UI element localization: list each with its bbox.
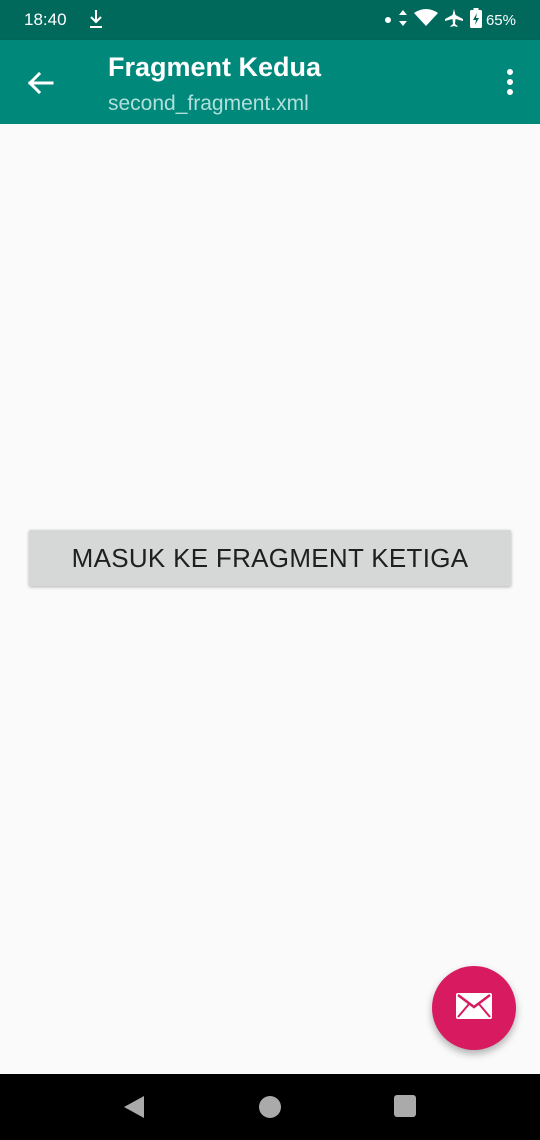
download-icon — [88, 9, 104, 34]
fab-mail-button[interactable] — [432, 966, 516, 1050]
recents-square-icon[interactable] — [394, 1095, 416, 1117]
back-triangle-icon[interactable] — [122, 1095, 146, 1124]
app-bar-title: Fragment Kedua — [108, 52, 322, 82]
overflow-menu-icon[interactable] — [502, 68, 518, 98]
airplane-icon — [444, 8, 464, 33]
status-time: 18:40 — [24, 10, 67, 29]
status-icons: 65% — [378, 7, 516, 33]
wifi-icon — [413, 8, 438, 32]
mail-icon — [456, 992, 492, 1024]
data-arrows-icon — [398, 9, 408, 32]
app-bar: Fragment Kedua second_fragment.xml — [0, 40, 540, 124]
battery-percentage: 65% — [485, 11, 516, 29]
go-to-third-fragment-button[interactable]: MASUK KE FRAGMENT KETIGA — [29, 530, 511, 586]
status-bar: 18:40 65% — [0, 0, 540, 40]
app-bar-subtitle: second_fragment.xml — [108, 92, 309, 115]
arrow-back-icon[interactable] — [24, 66, 58, 100]
home-circle-icon[interactable] — [259, 1096, 281, 1118]
system-nav-bar — [0, 1074, 540, 1140]
fragment-content: MASUK KE FRAGMENT KETIGA — [0, 124, 540, 1074]
notification-dot-icon — [384, 11, 392, 29]
battery-icon — [469, 7, 482, 33]
